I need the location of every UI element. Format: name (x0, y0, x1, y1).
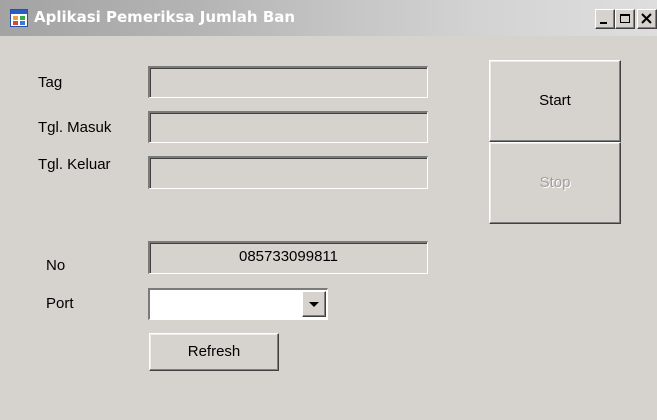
port-label: Port (46, 295, 74, 312)
no-field[interactable]: 085733099811 (148, 241, 428, 274)
refresh-button[interactable]: Refresh (149, 333, 279, 371)
minimize-icon (600, 22, 607, 24)
tag-label: Tag (38, 74, 63, 91)
close-button[interactable] (637, 9, 657, 29)
dropdown-arrow-icon (309, 302, 319, 307)
minimize-button[interactable] (595, 9, 615, 29)
port-dropdown-button[interactable] (302, 291, 326, 317)
tgl-masuk-label: Tgl. Masuk (38, 119, 112, 136)
port-dropdown[interactable] (148, 288, 328, 320)
title-bar[interactable]: Aplikasi Pemeriksa Jumlah Ban (0, 0, 657, 36)
stop-button[interactable]: Stop (489, 142, 621, 224)
windows-form-icon (10, 9, 28, 27)
close-icon (641, 13, 652, 24)
tag-field[interactable] (148, 66, 428, 98)
window-title: Aplikasi Pemeriksa Jumlah Ban (34, 8, 296, 26)
tgl-masuk-field[interactable] (148, 111, 428, 143)
no-label: No (46, 257, 66, 274)
maximize-icon (620, 14, 630, 23)
tgl-keluar-field[interactable] (148, 156, 428, 189)
maximize-button[interactable] (615, 9, 635, 29)
tgl-keluar-label: Tgl. Keluar (38, 156, 111, 173)
app-window: Aplikasi Pemeriksa Jumlah Ban Tag Tgl. M… (0, 0, 657, 420)
start-button[interactable]: Start (489, 60, 621, 142)
